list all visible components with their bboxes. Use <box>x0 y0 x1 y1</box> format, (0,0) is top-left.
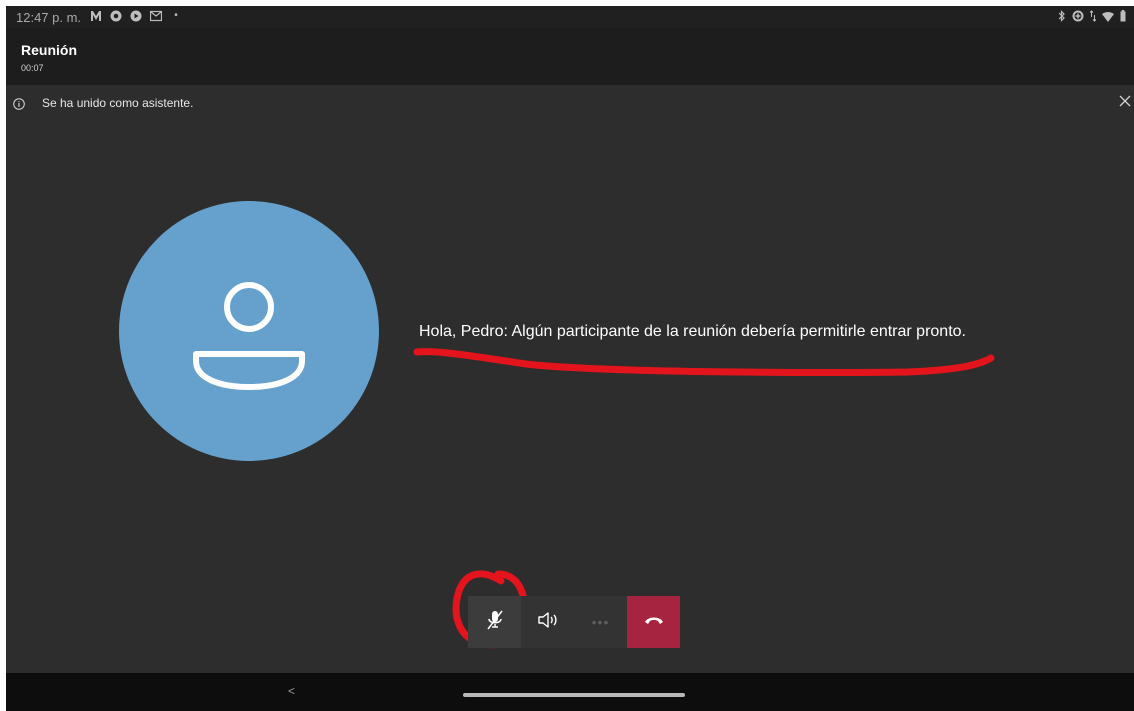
mail-icon <box>149 10 163 22</box>
speaker-icon <box>537 611 559 634</box>
teams-meeting-screen: 12:47 p. m. • Reunión 00:07 Se ha unido … <box>6 6 1134 711</box>
avatar <box>119 201 379 461</box>
info-icon <box>13 97 25 115</box>
back-button[interactable]: < <box>288 684 295 698</box>
battery-icon <box>1120 10 1126 25</box>
m-icon <box>90 10 102 22</box>
chrome-icon <box>110 10 122 22</box>
mute-button[interactable] <box>468 596 521 648</box>
more-notifications-icon: • <box>174 10 178 21</box>
lobby-message: Hola, Pedro: Algún participante de la re… <box>419 323 966 340</box>
home-handle[interactable] <box>463 693 685 697</box>
speaker-button[interactable] <box>521 596 574 648</box>
mic-muted-icon <box>486 610 504 635</box>
status-time: 12:47 p. m. <box>16 10 82 25</box>
data-arrows-icon <box>1089 10 1097 25</box>
close-icon[interactable] <box>1119 94 1131 112</box>
play-icon <box>130 10 142 22</box>
red-underline-annotation <box>413 348 995 376</box>
status-bar: 12:47 p. m. • <box>6 6 1134 28</box>
person-icon <box>193 282 305 390</box>
meeting-timer: 00:07 <box>21 63 44 73</box>
more-options-button[interactable]: ••• <box>574 596 627 648</box>
meeting-title: Reunión <box>21 42 77 58</box>
data-saver-icon <box>1072 10 1084 25</box>
navigation-bar: < <box>6 673 1134 711</box>
meeting-header: Reunión 00:07 <box>6 28 1134 85</box>
notification-icons: • <box>90 10 182 22</box>
wifi-icon <box>1102 10 1114 25</box>
more-options-icon: ••• <box>591 614 610 630</box>
hang-up-button[interactable] <box>627 596 680 648</box>
system-status-icons <box>1058 10 1126 25</box>
hang-up-icon <box>644 613 664 631</box>
banner-message: Se ha unido como asistente. <box>42 96 194 110</box>
attendee-banner: Se ha unido como asistente. <box>6 85 1134 119</box>
bluetooth-icon <box>1058 10 1066 25</box>
call-toolbar: ••• <box>468 596 680 648</box>
